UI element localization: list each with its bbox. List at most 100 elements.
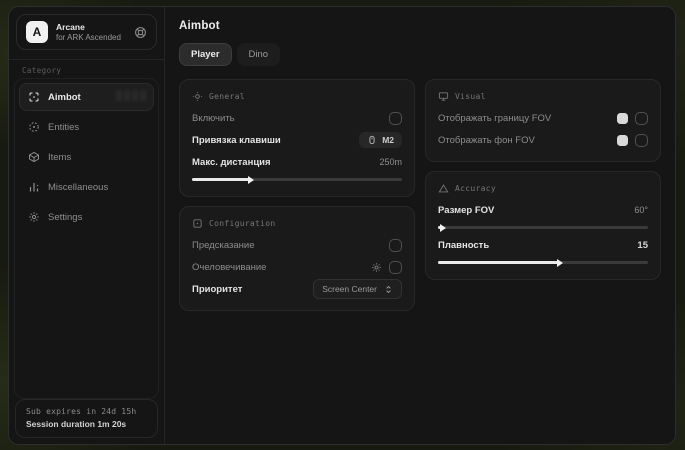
slider-thumb[interactable]: [248, 176, 254, 184]
slider-thumb[interactable]: [557, 259, 563, 267]
mouse-icon: [367, 135, 377, 145]
general-icon: [192, 91, 203, 102]
monitor-icon: [438, 91, 449, 102]
accuracy-card: Accuracy Размер FOV 60° Плавность 15: [425, 171, 661, 280]
priority-row: Приоритет Screen Center: [192, 278, 402, 300]
sub-expires-text: Sub expires in 24d 15h: [26, 407, 147, 416]
accuracy-card-title: Accuracy: [455, 184, 496, 193]
priority-selected-value: Screen Center: [322, 284, 377, 294]
fov-background-checkbox[interactable]: [635, 134, 648, 147]
fov-background-label: Отображать фон FOV: [438, 135, 535, 146]
logo-card: A Arcane for ARK Ascended: [16, 14, 157, 50]
nav-panel: Aimbot Entities Items Miscellaneous: [14, 78, 159, 399]
enable-label: Включить: [192, 113, 235, 124]
visual-card-header: Visual: [438, 89, 648, 107]
main-content: Aimbot Player Dino General Включить: [165, 7, 675, 444]
keybind-button[interactable]: M2: [359, 132, 402, 148]
app-name: Arcane: [56, 22, 121, 32]
smoothness-slider[interactable]: [438, 261, 648, 264]
sidebar-item-settings[interactable]: Settings: [19, 203, 154, 231]
configuration-card-title: Configuration: [209, 219, 276, 228]
fov-size-slider[interactable]: [438, 226, 648, 229]
fov-border-checkbox[interactable]: [635, 112, 648, 125]
session-duration-text: Session duration 1m 20s: [26, 419, 147, 429]
enable-row: Включить: [192, 107, 402, 129]
keybind-value: M2: [382, 135, 394, 145]
slider-fill: [438, 261, 558, 264]
humanization-gear-icon[interactable]: [371, 262, 382, 273]
fov-border-controls: [617, 112, 648, 125]
chevrons-up-down-icon: [384, 285, 393, 294]
keybind-row: Привязка клавиши M2: [192, 129, 402, 151]
sidebar-item-items[interactable]: Items: [19, 143, 154, 171]
app-window: A Arcane for ARK Ascended Category Aimbo…: [8, 6, 676, 445]
sidebar-item-entities[interactable]: Entities: [19, 113, 154, 141]
keybind-label: Привязка клавиши: [192, 135, 281, 146]
app-logo: A: [26, 21, 48, 43]
prediction-row: Предсказание: [192, 234, 402, 256]
sidebar: A Arcane for ARK Ascended Category Aimbo…: [9, 7, 165, 444]
general-card-title: General: [209, 92, 245, 101]
prediction-label: Предсказание: [192, 240, 255, 251]
humanization-controls: [371, 261, 402, 274]
fov-border-row: Отображать границу FOV: [438, 107, 648, 129]
visual-card: Visual Отображать границу FOV Отображать…: [425, 79, 661, 162]
left-column: General Включить Привязка клавиши M2: [179, 79, 415, 311]
bars-icon: [28, 181, 40, 193]
fov-border-label: Отображать границу FOV: [438, 113, 551, 124]
configuration-card: Configuration Предсказание Очеловечивани…: [179, 206, 415, 311]
smoothness-value: 15: [637, 240, 648, 251]
slider-fill: [192, 178, 249, 181]
slider-fill: [438, 226, 441, 229]
logo-text: Arcane for ARK Ascended: [56, 22, 121, 42]
humanization-checkbox[interactable]: [389, 261, 402, 274]
max-distance-label: Макс. дистанция: [192, 157, 271, 168]
fov-size-row: Размер FOV 60°: [438, 199, 648, 221]
fov-size-value: 60°: [634, 205, 648, 215]
humanization-row: Очеловечивание: [192, 256, 402, 278]
sidebar-item-miscellaneous[interactable]: Miscellaneous: [19, 173, 154, 201]
fov-background-row: Отображать фон FOV: [438, 129, 648, 151]
general-card-header: General: [192, 89, 402, 107]
max-distance-row: Макс. дистанция 250m: [192, 151, 402, 173]
sidebar-item-label: Entities: [48, 122, 79, 133]
configuration-card-header: Configuration: [192, 216, 402, 234]
session-info-card: Sub expires in 24d 15h Session duration …: [15, 399, 158, 438]
enable-checkbox[interactable]: [389, 112, 402, 125]
sidebar-item-label: Aimbot: [48, 92, 81, 103]
blurred-watermark: [116, 90, 146, 101]
fov-size-label: Размер FOV: [438, 205, 494, 216]
priority-dropdown[interactable]: Screen Center: [313, 279, 402, 299]
scan-icon: [28, 121, 40, 133]
fov-border-color-swatch[interactable]: [617, 113, 628, 124]
max-distance-value: 250m: [379, 157, 402, 167]
page-title: Aimbot: [179, 20, 661, 32]
box-icon: [28, 151, 40, 163]
max-distance-slider[interactable]: [192, 178, 402, 181]
fov-background-color-swatch[interactable]: [617, 135, 628, 146]
app-subtitle: for ARK Ascended: [56, 33, 121, 42]
triangle-icon: [438, 183, 449, 194]
right-column: Visual Отображать границу FOV Отображать…: [425, 79, 661, 280]
tab-player[interactable]: Player: [179, 43, 232, 66]
crosshair-icon: [28, 91, 40, 103]
tab-dino[interactable]: Dino: [237, 43, 281, 66]
general-card: General Включить Привязка клавиши M2: [179, 79, 415, 197]
lifebuoy-icon[interactable]: [134, 26, 147, 39]
visual-card-title: Visual: [455, 92, 486, 101]
prediction-checkbox[interactable]: [389, 239, 402, 252]
category-label: Category: [9, 60, 164, 78]
sidebar-item-label: Items: [48, 152, 71, 163]
sidebar-item-label: Miscellaneous: [48, 182, 108, 193]
gear-icon: [28, 211, 40, 223]
smoothness-row: Плавность 15: [438, 234, 648, 256]
humanization-label: Очеловечивание: [192, 262, 266, 273]
sidebar-item-label: Settings: [48, 212, 82, 223]
tab-bar: Player Dino: [179, 43, 661, 66]
slider-thumb[interactable]: [440, 224, 446, 232]
smoothness-label: Плавность: [438, 240, 489, 251]
fov-background-controls: [617, 134, 648, 147]
settings-grid: General Включить Привязка клавиши M2: [179, 79, 661, 311]
sidebar-item-aimbot[interactable]: Aimbot: [19, 83, 154, 111]
accuracy-card-header: Accuracy: [438, 181, 648, 199]
